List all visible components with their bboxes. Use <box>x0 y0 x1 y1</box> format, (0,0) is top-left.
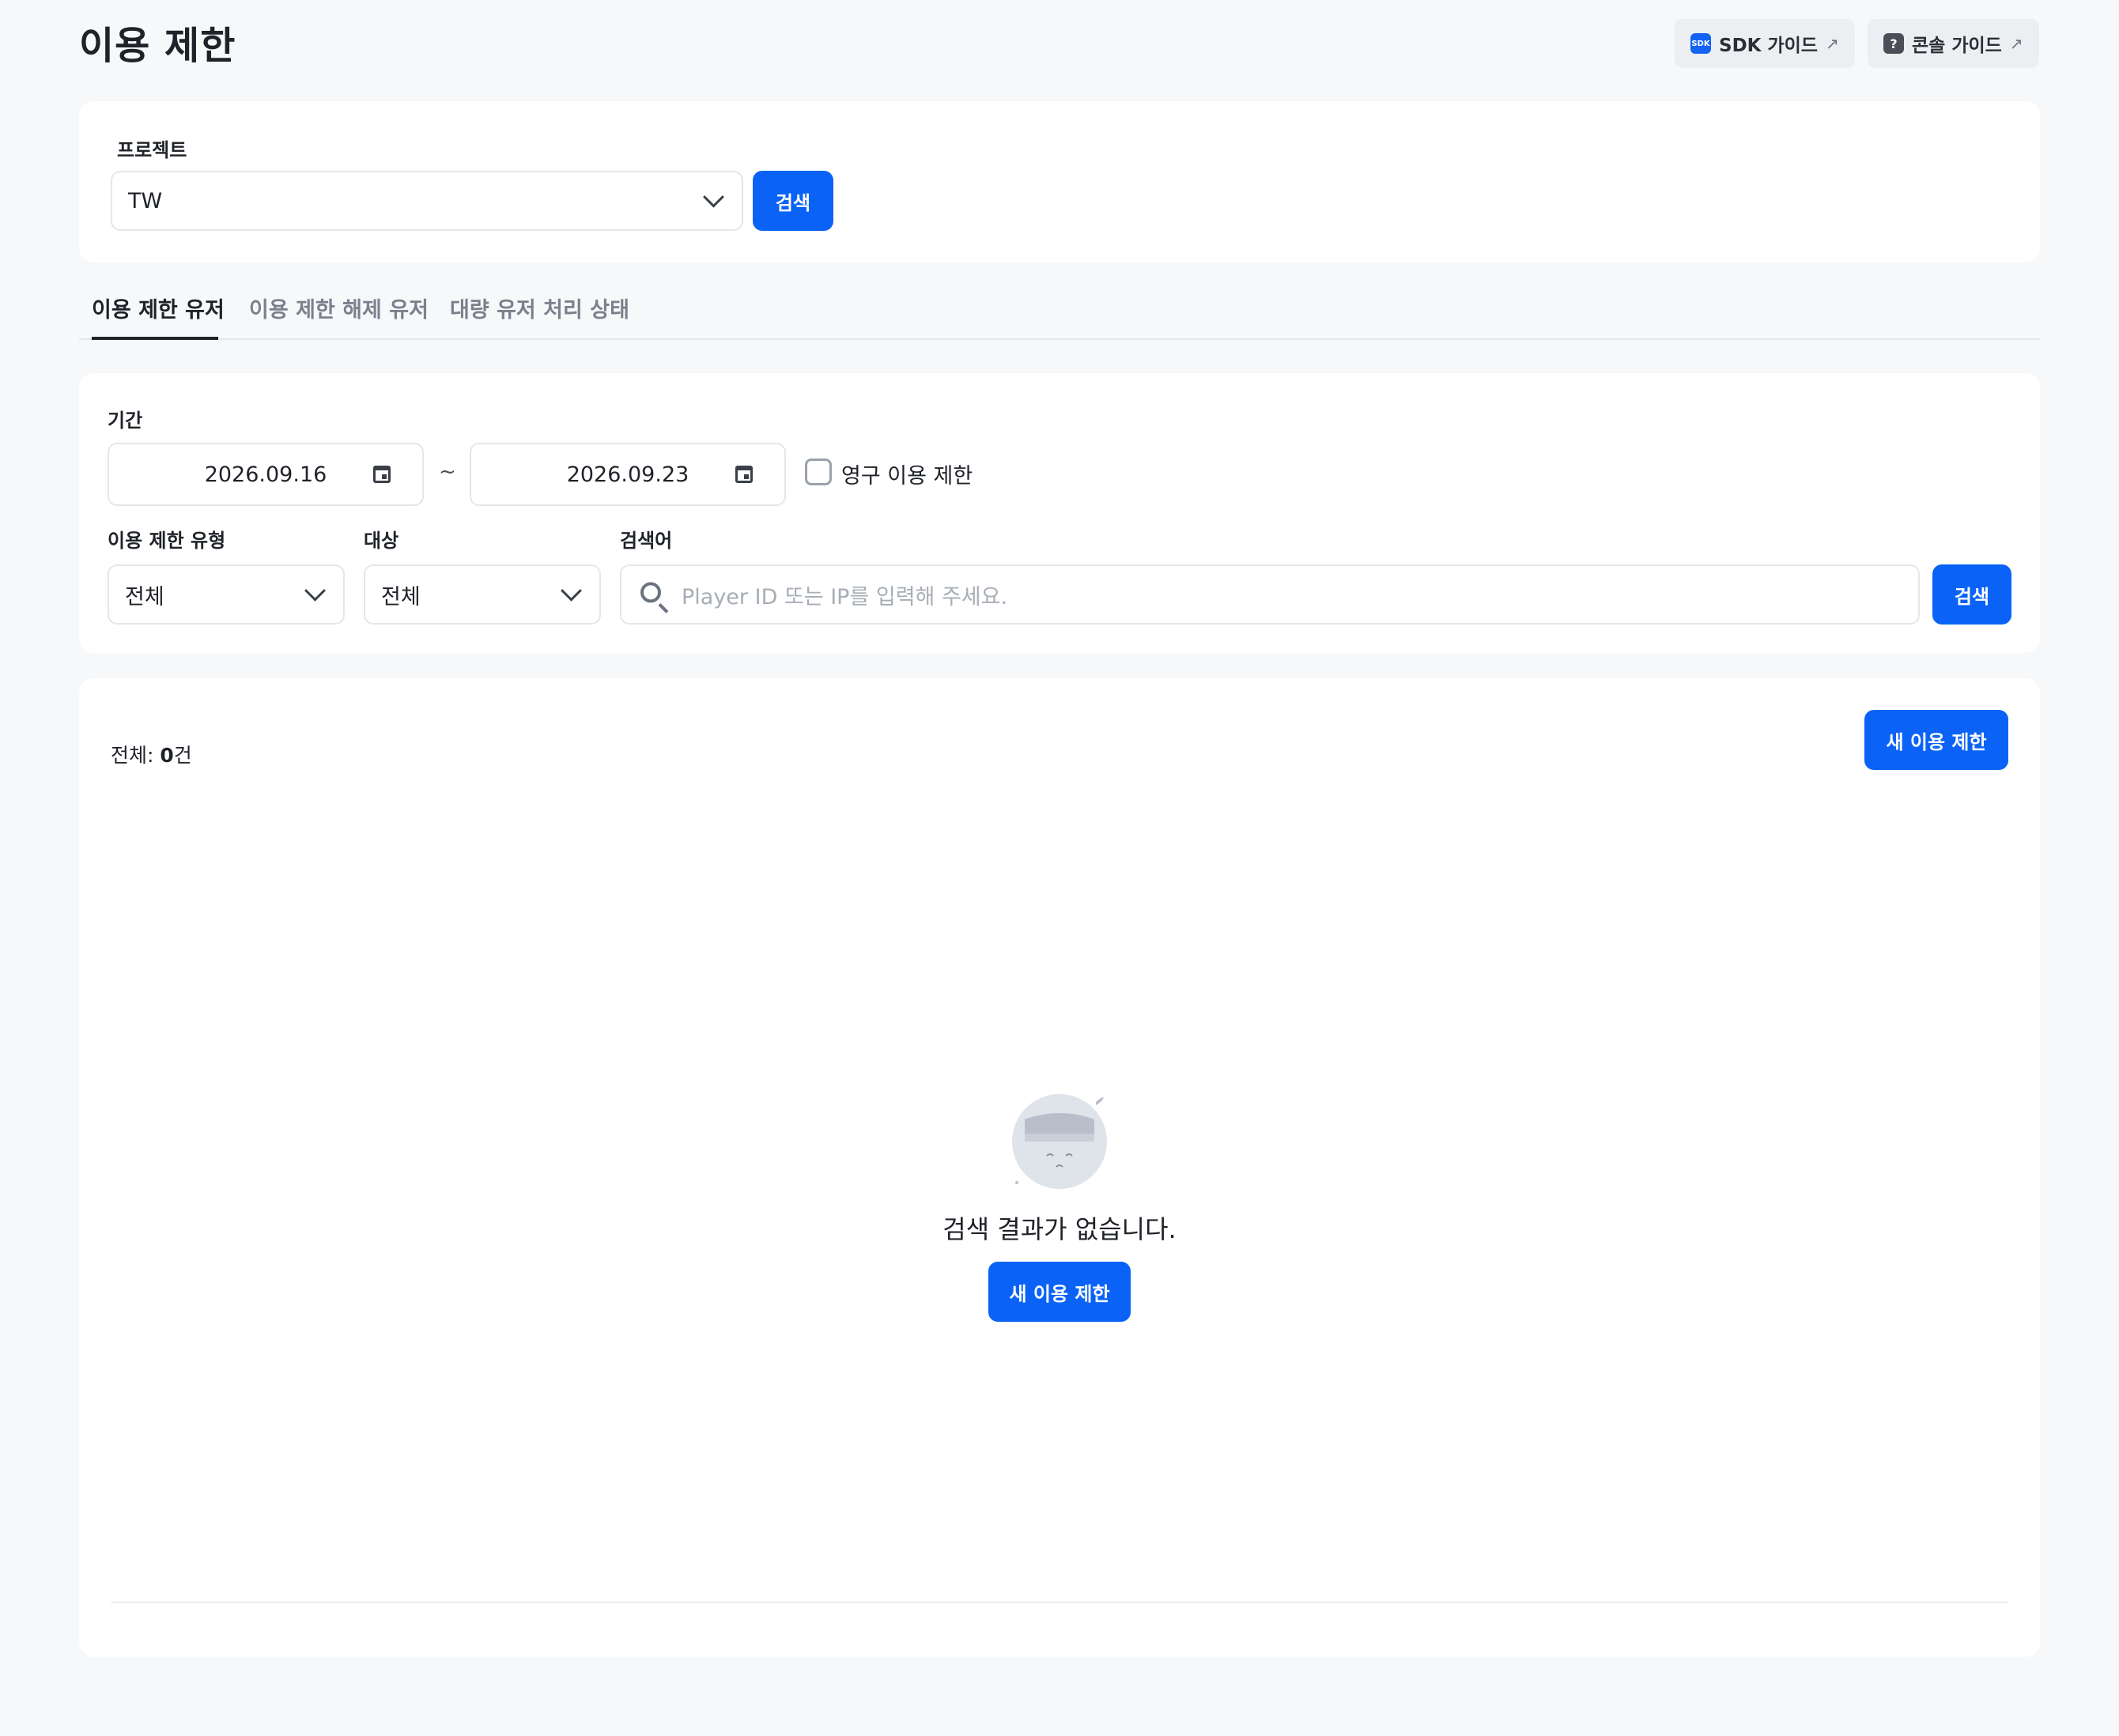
chevron-down-icon <box>703 186 724 208</box>
results-card: 전체: 0건 새 이용 제한 검색 결과가 없습니다. 새 이용 제한 <box>79 678 2040 1657</box>
period-label: 기간 <box>108 409 143 432</box>
sdk-icon: SDK <box>1690 33 1711 54</box>
project-card: 프로젝트 TW 검색 <box>79 101 2040 262</box>
tab-released-users[interactable]: 이용 제한 해제 유저 <box>249 292 429 323</box>
console-guide-button[interactable]: ? 콘솔 가이드 ↗ <box>1868 19 2039 68</box>
empty-message: 검색 결과가 없습니다. <box>942 1214 1177 1244</box>
total-count: 전체: 0건 <box>111 740 192 768</box>
console-guide-label: 콘솔 가이드 <box>1912 36 2002 56</box>
restriction-type-select[interactable]: 전체 <box>108 564 345 625</box>
external-link-icon: ↗ <box>2009 34 2023 53</box>
calendar-icon[interactable] <box>735 466 753 483</box>
start-date-value: 2026.09.16 <box>204 462 327 487</box>
end-date-input[interactable]: 2026.09.23 <box>470 443 786 506</box>
filter-card: 기간 2026.09.16 ~ 2026.09.23 영구 이용 제한 이용 제… <box>79 373 2040 653</box>
keyword-label: 검색어 <box>620 530 673 552</box>
permanent-restriction-label: 영구 이용 제한 <box>841 464 973 489</box>
calendar-icon[interactable] <box>373 466 391 483</box>
target-select[interactable]: 전체 <box>364 564 601 625</box>
search-icon <box>640 582 661 603</box>
start-date-input[interactable]: 2026.09.16 <box>108 443 424 506</box>
keyword-search-input[interactable]: Player ID 또는 IP를 입력해 주세요. <box>620 564 1920 625</box>
tab-restricted-users[interactable]: 이용 제한 유저 <box>92 292 225 323</box>
restriction-type-value: 전체 <box>125 584 164 609</box>
page-title: 이용 제한 <box>79 24 236 68</box>
keyword-placeholder: Player ID 또는 IP를 입력해 주세요. <box>682 584 1008 609</box>
restriction-type-label: 이용 제한 유형 <box>108 530 226 552</box>
empty-state-illustration <box>1009 1088 1110 1189</box>
chevron-down-icon <box>304 579 326 602</box>
tab-divider <box>79 338 2040 340</box>
target-label: 대상 <box>364 530 399 552</box>
chevron-down-icon <box>561 579 582 602</box>
sdk-guide-label: SDK 가이드 <box>1719 36 1818 56</box>
project-select-value: TW <box>128 188 163 213</box>
date-separator: ~ <box>439 460 456 484</box>
tab-bulk-status[interactable]: 대량 유저 처리 상태 <box>450 292 629 323</box>
active-tab-indicator <box>92 337 218 340</box>
total-suffix: 건 <box>173 744 192 767</box>
table-bottom-divider <box>111 1602 2008 1603</box>
external-link-icon: ↗ <box>1825 34 1839 53</box>
total-prefix: 전체: <box>111 744 161 767</box>
end-date-value: 2026.09.23 <box>566 462 689 487</box>
new-restriction-button[interactable]: 새 이용 제한 <box>1864 710 2008 770</box>
permanent-restriction-checkbox[interactable] <box>805 459 832 485</box>
target-value: 전체 <box>381 584 421 609</box>
sdk-guide-button[interactable]: SDK SDK 가이드 ↗ <box>1675 19 1855 68</box>
total-number: 0 <box>160 744 174 767</box>
project-select[interactable]: TW <box>111 171 743 231</box>
help-doc-icon: ? <box>1883 33 1904 54</box>
empty-new-restriction-button[interactable]: 새 이용 제한 <box>988 1262 1131 1322</box>
project-search-button[interactable]: 검색 <box>753 171 833 231</box>
filter-search-button[interactable]: 검색 <box>1932 564 2011 625</box>
project-label: 프로젝트 <box>117 139 187 161</box>
